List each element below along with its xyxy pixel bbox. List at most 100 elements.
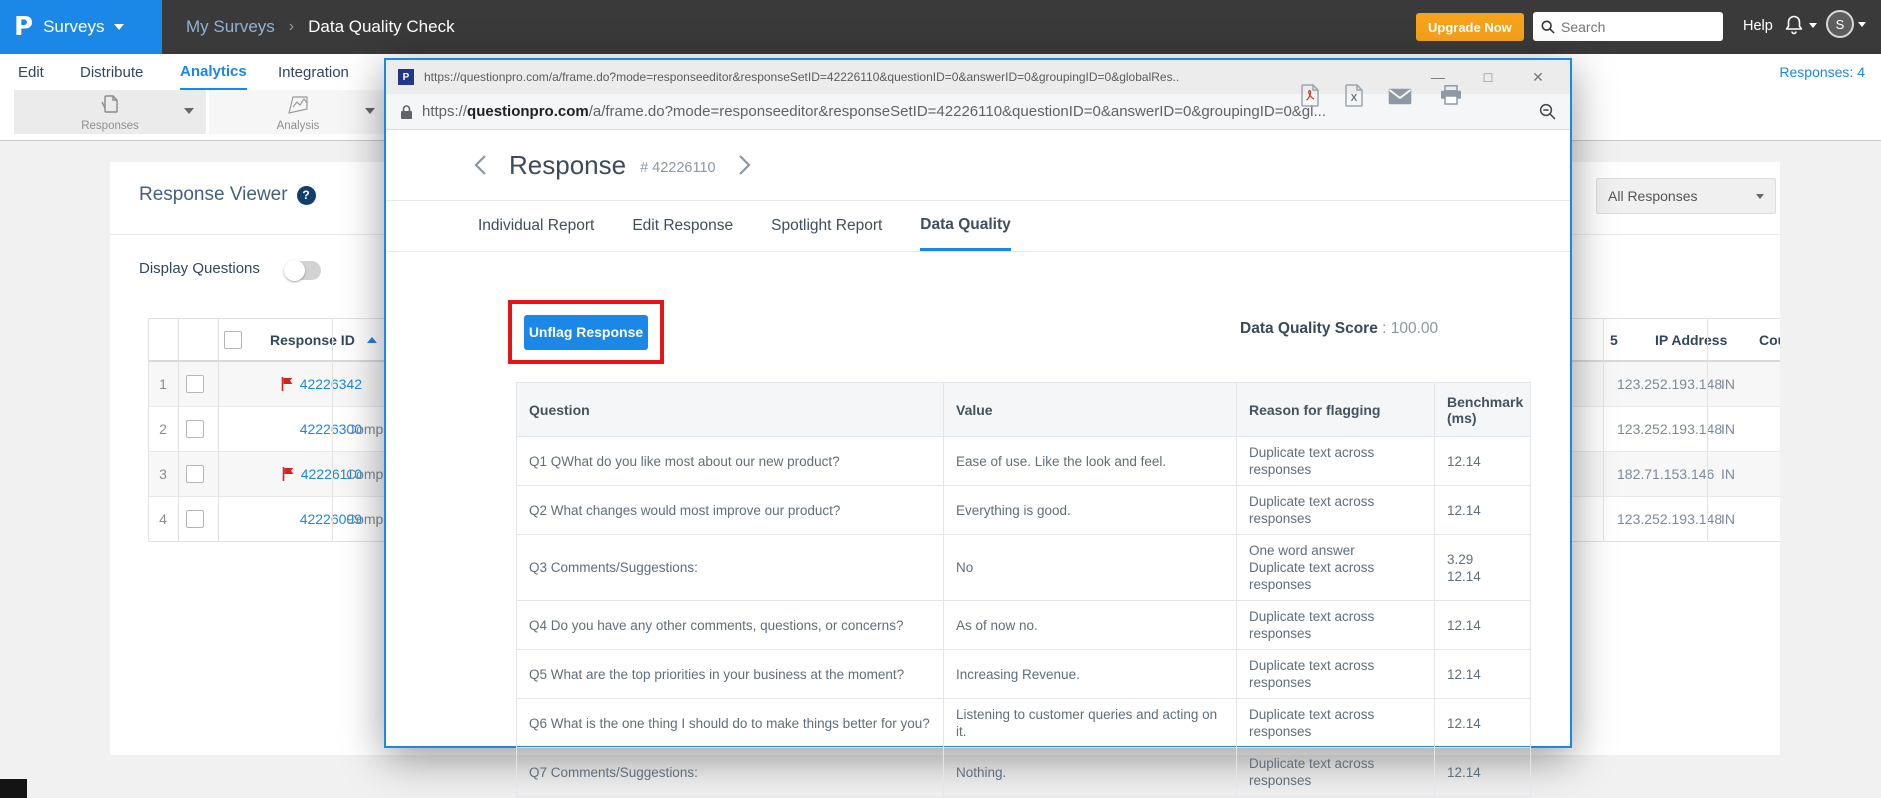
value-cell: Everything is good. [943,485,1237,535]
select-all-checkbox[interactable] [224,330,242,349]
help-icon[interactable]: ? [296,185,316,205]
score-separator: : [1377,320,1391,337]
top-bar: P Surveys My Surveys › Data Quality Chec… [0,0,1881,54]
ip-address-header[interactable]: IP Address [1655,319,1727,360]
reason-header: Reason for flagging [1236,382,1435,437]
menu-integration[interactable]: Integration [278,54,349,90]
help-link[interactable]: Help [1743,18,1773,34]
response-id-link[interactable]: 42226342 [218,362,362,406]
next-response-button[interactable] [738,154,751,176]
global-search[interactable] [1533,12,1723,41]
export-pdf-icon[interactable] [1300,84,1320,107]
reason-line: One word answer [1249,543,1355,558]
responses-document-icon [98,93,122,117]
reason-line: Duplicate text across responses [1249,494,1375,526]
select-all-checkbox-wrap [224,319,242,360]
menu-analytics[interactable]: Analytics [180,54,247,90]
question-cell: Q6 What is the one thing I should do to … [516,698,944,748]
row-checkbox[interactable] [186,420,204,438]
bell-icon [1785,15,1803,35]
grid-line [1707,318,1708,542]
country-cell: IN [1721,421,1735,437]
benchmark-cell: 12.14 [1434,600,1531,650]
question-cell: Q2 What changes would most improve our p… [516,485,944,535]
menu-distribute[interactable]: Distribute [80,54,143,90]
benchmark-cell: 3.29 12.14 [1434,534,1531,601]
row-checkbox[interactable] [186,375,204,393]
row-checkbox[interactable] [186,510,204,528]
value-cell: Increasing Revenue. [943,649,1237,699]
url-domain: questionpro.com [467,103,589,120]
response-id-header[interactable]: Response ID [270,319,377,360]
benchmark-cell: 12.14 [1434,649,1531,699]
chevron-down-icon[interactable] [365,108,375,114]
questionpro-favicon: P [398,69,414,85]
question-cell: Q5 What are the top priorities in your b… [516,649,944,699]
benchmark-line: 12.14 [1447,764,1481,780]
row-checkbox-wrap [186,362,204,406]
benchmark-line: 12.14 [1447,453,1481,469]
benchmark-header: Benchmark (ms) [1434,382,1531,437]
country-code-header[interactable]: Country Code [1759,319,1780,360]
url-scheme: https:// [422,103,468,120]
chevron-down-icon[interactable] [184,108,194,114]
question-cell: Q7 Comments/Suggestions: [516,747,944,797]
all-responses-label: All Responses [1608,188,1698,204]
country-cell: IN [1721,376,1735,392]
popup-window-title: https://questionpro.com/a/frame.do?mode=… [424,70,1180,84]
reason-cell: Duplicate text across responses [1236,600,1435,650]
response-id-link[interactable]: 42226099 [218,497,362,541]
zoom-icon[interactable] [1539,103,1556,120]
breadcrumb: My Surveys › Data Quality Check [186,0,455,54]
close-button[interactable]: ✕ [1518,69,1558,86]
previous-response-button[interactable] [474,154,487,176]
row-checkbox-wrap [186,452,204,496]
upgrade-now-button[interactable]: Upgrade Now [1416,13,1524,41]
breadcrumb-separator: › [288,18,295,35]
screen-corner-artifact [0,779,27,798]
maximize-button[interactable]: □ [1468,69,1508,85]
response-id-link[interactable]: 42226110 [218,452,362,496]
all-responses-dropdown[interactable]: All Responses [1596,178,1776,214]
country-cell: IN [1721,466,1735,482]
tab-data-quality[interactable]: Data Quality [920,201,1011,251]
account-menu[interactable]: S [1826,10,1866,38]
row-number: 1 [159,376,167,392]
table-row: Q1 QWhat do you like most about our new … [516,436,1531,486]
analysis-chart-icon [285,93,311,117]
responses-tool-button[interactable]: Responses [14,90,206,134]
analysis-tool-button[interactable]: Analysis [209,90,387,134]
response-id-link[interactable]: 42226300 [218,407,362,451]
tab-spotlight-report[interactable]: Spotlight Report [771,201,882,251]
tab-individual-report[interactable]: Individual Report [478,201,594,251]
unflag-response-button[interactable]: Unflag Response [524,314,648,350]
print-icon[interactable] [1440,85,1462,105]
score-value: 100.00 [1390,320,1439,337]
tab-edit-response[interactable]: Edit Response [632,201,733,251]
value-cell: No [943,534,1237,601]
grid-line [178,318,179,542]
row-checkbox[interactable] [186,465,204,483]
flag-icon [282,467,294,481]
benchmark-line: 12.14 [1447,715,1481,731]
search-icon [1541,20,1555,34]
value-header: Value [943,382,1237,437]
reason-line: Duplicate text across responses [1249,707,1375,739]
email-icon[interactable] [1388,88,1412,105]
chevron-down-icon [1858,21,1866,27]
display-questions-toggle[interactable] [284,260,321,281]
response-id-header-label: Response ID [270,331,355,348]
row-number: 2 [159,421,167,437]
grid-line [148,318,149,542]
reason-cell: Duplicate text across responses [1236,698,1435,748]
menu-edit[interactable]: Edit [18,54,44,90]
responses-count: Responses: 4 [1779,64,1865,80]
notifications-menu[interactable] [1784,14,1817,36]
surveys-app-switcher[interactable]: P Surveys [0,0,162,54]
benchmark-line: 3.29 [1447,551,1474,567]
search-input[interactable] [1561,18,1701,35]
breadcrumb-my-surveys[interactable]: My Surveys [186,17,275,37]
export-excel-icon[interactable]: X [1344,84,1364,107]
minimize-button[interactable]: — [1418,69,1458,85]
response-editor-popup: P https://questionpro.com/a/frame.do?mod… [384,58,1572,797]
